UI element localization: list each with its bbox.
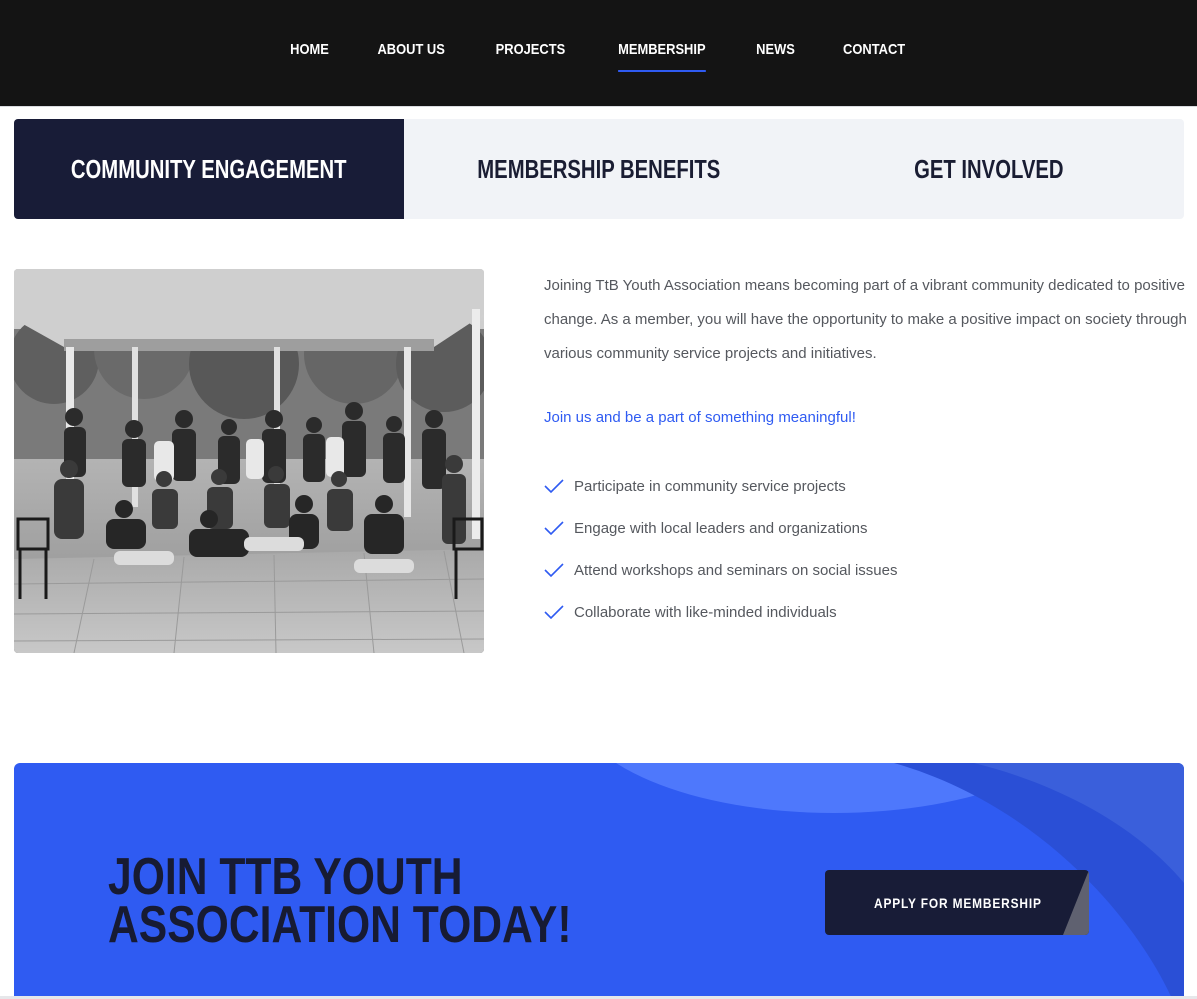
top-navbar: HOME ABOUT US PROJECTS MEMBERSHIP NEWS C… <box>0 0 1197 106</box>
benefit-text: Engage with local leaders and organizati… <box>574 519 868 537</box>
nav-home[interactable]: HOME <box>273 38 346 62</box>
nav-news[interactable]: NEWS <box>739 38 812 62</box>
nav-contact[interactable]: CONTACT <box>826 38 923 62</box>
intro-paragraph: Joining TtB Youth Association means beco… <box>544 277 1187 362</box>
checkmark-icon <box>544 521 564 536</box>
tab-label: MEMBERSHIP BENEFITS <box>477 153 721 184</box>
benefit-text: Collaborate with like-minded individuals <box>574 603 837 621</box>
checkmark-icon <box>544 479 564 494</box>
list-item: Attend workshops and seminars on social … <box>544 549 1189 591</box>
list-item: Engage with local leaders and organizati… <box>544 507 1189 549</box>
tab-membership-benefits[interactable]: MEMBERSHIP BENEFITS <box>404 119 794 219</box>
list-item: Collaborate with like-minded individuals <box>544 591 1189 633</box>
apply-membership-button[interactable]: APPLY FOR MEMBERSHIP <box>825 870 1089 935</box>
button-slant-shape <box>1063 870 1089 935</box>
nav-membership[interactable]: MEMBERSHIP <box>601 38 723 72</box>
tab-label: COMMUNITY ENGAGEMENT <box>71 153 347 184</box>
tab-label: GET INVOLVED <box>914 153 1064 184</box>
main-nav: HOME ABOUT US PROJECTS MEMBERSHIP NEWS C… <box>0 38 1197 72</box>
cta-heading: JOIN TTB YOUTH ASSOCIATION TODAY! <box>108 848 572 954</box>
nav-about-us[interactable]: ABOUT US <box>360 38 462 62</box>
membership-tabs: COMMUNITY ENGAGEMENT MEMBERSHIP BENEFITS… <box>14 119 1184 219</box>
join-highlight: Join us and be a part of something meani… <box>544 409 856 426</box>
benefit-text: Participate in community service project… <box>574 477 846 495</box>
nav-divider <box>0 106 1197 107</box>
nav-projects[interactable]: PROJECTS <box>479 38 583 62</box>
group-photo <box>14 269 484 653</box>
checkmark-icon <box>544 563 564 578</box>
join-cta-banner: JOIN TTB YOUTH ASSOCIATION TODAY! APPLY … <box>14 763 1184 999</box>
checkmark-icon <box>544 605 564 620</box>
benefit-text: Attend workshops and seminars on social … <box>574 561 898 579</box>
tab-community-engagement[interactable]: COMMUNITY ENGAGEMENT <box>14 119 404 219</box>
engagement-content: Joining TtB Youth Association means beco… <box>544 269 1189 633</box>
benefit-list: Participate in community service project… <box>544 465 1189 633</box>
list-item: Participate in community service project… <box>544 465 1189 507</box>
tab-get-involved[interactable]: GET INVOLVED <box>794 119 1184 219</box>
group-photo-illustration <box>14 269 484 653</box>
apply-button-label: APPLY FOR MEMBERSHIP <box>874 894 1042 911</box>
